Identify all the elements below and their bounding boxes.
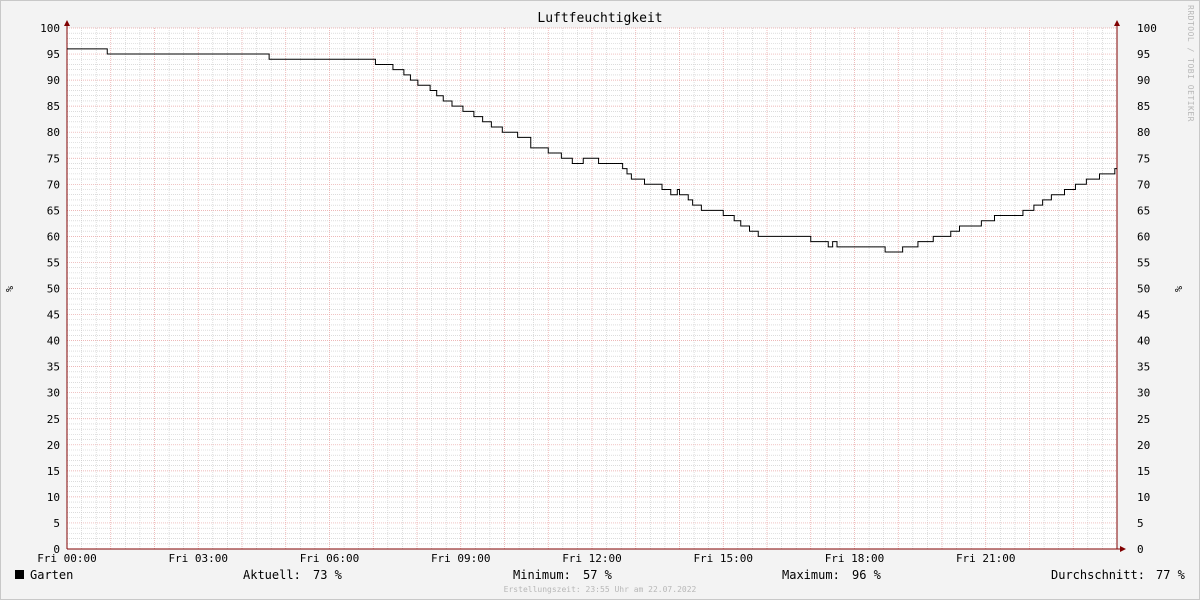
stat-minimum-label: Minimum: — [513, 568, 571, 582]
y-tick-label-left: 25 — [47, 413, 60, 426]
stat-maximum-value: 96 % — [852, 568, 881, 582]
y-tick-label-right: 90 — [1137, 74, 1150, 87]
y-tick-label-right: 5 — [1137, 517, 1144, 530]
y-tick-label-right: 95 — [1137, 48, 1150, 61]
x-tick-label: Fri 00:00 — [37, 552, 97, 565]
legend: Garten Aktuell: 73 % Minimum: 57 % Maxim… — [0, 568, 1200, 584]
x-tick-label: Fri 12:00 — [562, 552, 622, 565]
y-tick-label-right: 85 — [1137, 100, 1150, 113]
stat-average-value: 77 % — [1156, 568, 1185, 582]
x-tick-label: Fri 03:00 — [168, 552, 228, 565]
rrdtool-watermark: RRDTOOL / TOBI OETIKER — [1186, 5, 1195, 122]
y-tick-label-right: 40 — [1137, 335, 1150, 348]
y-tick-label-left: 70 — [47, 178, 60, 191]
y-tick-label-right: 60 — [1137, 230, 1150, 243]
y-tick-label-left: 40 — [47, 335, 60, 348]
x-axis-arrow — [1120, 546, 1126, 552]
y-tick-label-left: 75 — [47, 152, 60, 165]
chart-title: Luftfeuchtigkeit — [537, 11, 663, 26]
creation-timestamp: Erstellungszeit: 23:55 Uhr am 22.07.2022 — [503, 585, 697, 594]
y-tick-label-right: 10 — [1137, 491, 1150, 504]
y-tick-label-left: 5 — [53, 517, 60, 530]
y-tick-label-right: 70 — [1137, 178, 1150, 191]
y-tick-label-left: 65 — [47, 204, 60, 217]
y-tick-label-right: 45 — [1137, 309, 1150, 322]
y-tick-label-left: 55 — [47, 256, 60, 269]
y-tick-label-right: 65 — [1137, 204, 1150, 217]
y-tick-label-left: 45 — [47, 309, 60, 322]
y-tick-label-right: 20 — [1137, 439, 1150, 452]
stat-average-label: Durchschnitt: — [1051, 568, 1145, 582]
y-tick-label-right: 30 — [1137, 387, 1150, 400]
y-tick-label-left: 85 — [47, 100, 60, 113]
legend-swatch — [15, 570, 24, 579]
y-tick-label-right: 50 — [1137, 283, 1150, 296]
x-tick-label: Fri 09:00 — [431, 552, 491, 565]
y-tick-label-left: 80 — [47, 126, 60, 139]
y-tick-label-right: 35 — [1137, 361, 1150, 374]
y-tick-label-left: 15 — [47, 465, 60, 478]
y-axis-label-right: % — [1174, 286, 1185, 292]
stat-minimum-value: 57 % — [583, 568, 612, 582]
y-tick-label-right: 25 — [1137, 413, 1150, 426]
y-tick-label-right: 55 — [1137, 256, 1150, 269]
y-tick-label-right: 75 — [1137, 152, 1150, 165]
legend-series-label: Garten — [30, 568, 74, 582]
x-tick-label: Fri 18:00 — [825, 552, 885, 565]
y-tick-label-left: 30 — [47, 387, 60, 400]
x-tick-label: Fri 15:00 — [693, 552, 753, 565]
y-tick-label-right: 0 — [1137, 543, 1144, 556]
stat-maximum-label: Maximum: — [782, 568, 840, 582]
y-tick-label-left: 10 — [47, 491, 60, 504]
y-tick-label-left: 60 — [47, 230, 60, 243]
y-tick-label-left: 35 — [47, 361, 60, 374]
y-tick-label-left: 20 — [47, 439, 60, 452]
y-axis-label-left: % — [5, 286, 16, 292]
x-tick-label: Fri 21:00 — [956, 552, 1016, 565]
humidity-chart: 0 05 510 1015 1520 2025 2530 3035 3540 4045 4550 50… — [5, 20, 1185, 565]
y-tick-label-left: 50 — [47, 283, 60, 296]
y-tick-label-left: 95 — [47, 48, 60, 61]
y-tick-label-right: 15 — [1137, 465, 1150, 478]
x-tick-label: Fri 06:00 — [300, 552, 360, 565]
y-tick-label-left: 90 — [47, 74, 60, 87]
y-tick-label-right: 80 — [1137, 126, 1150, 139]
stat-current-value: 73 % — [313, 568, 342, 582]
stat-current-label: Aktuell: — [243, 568, 301, 582]
